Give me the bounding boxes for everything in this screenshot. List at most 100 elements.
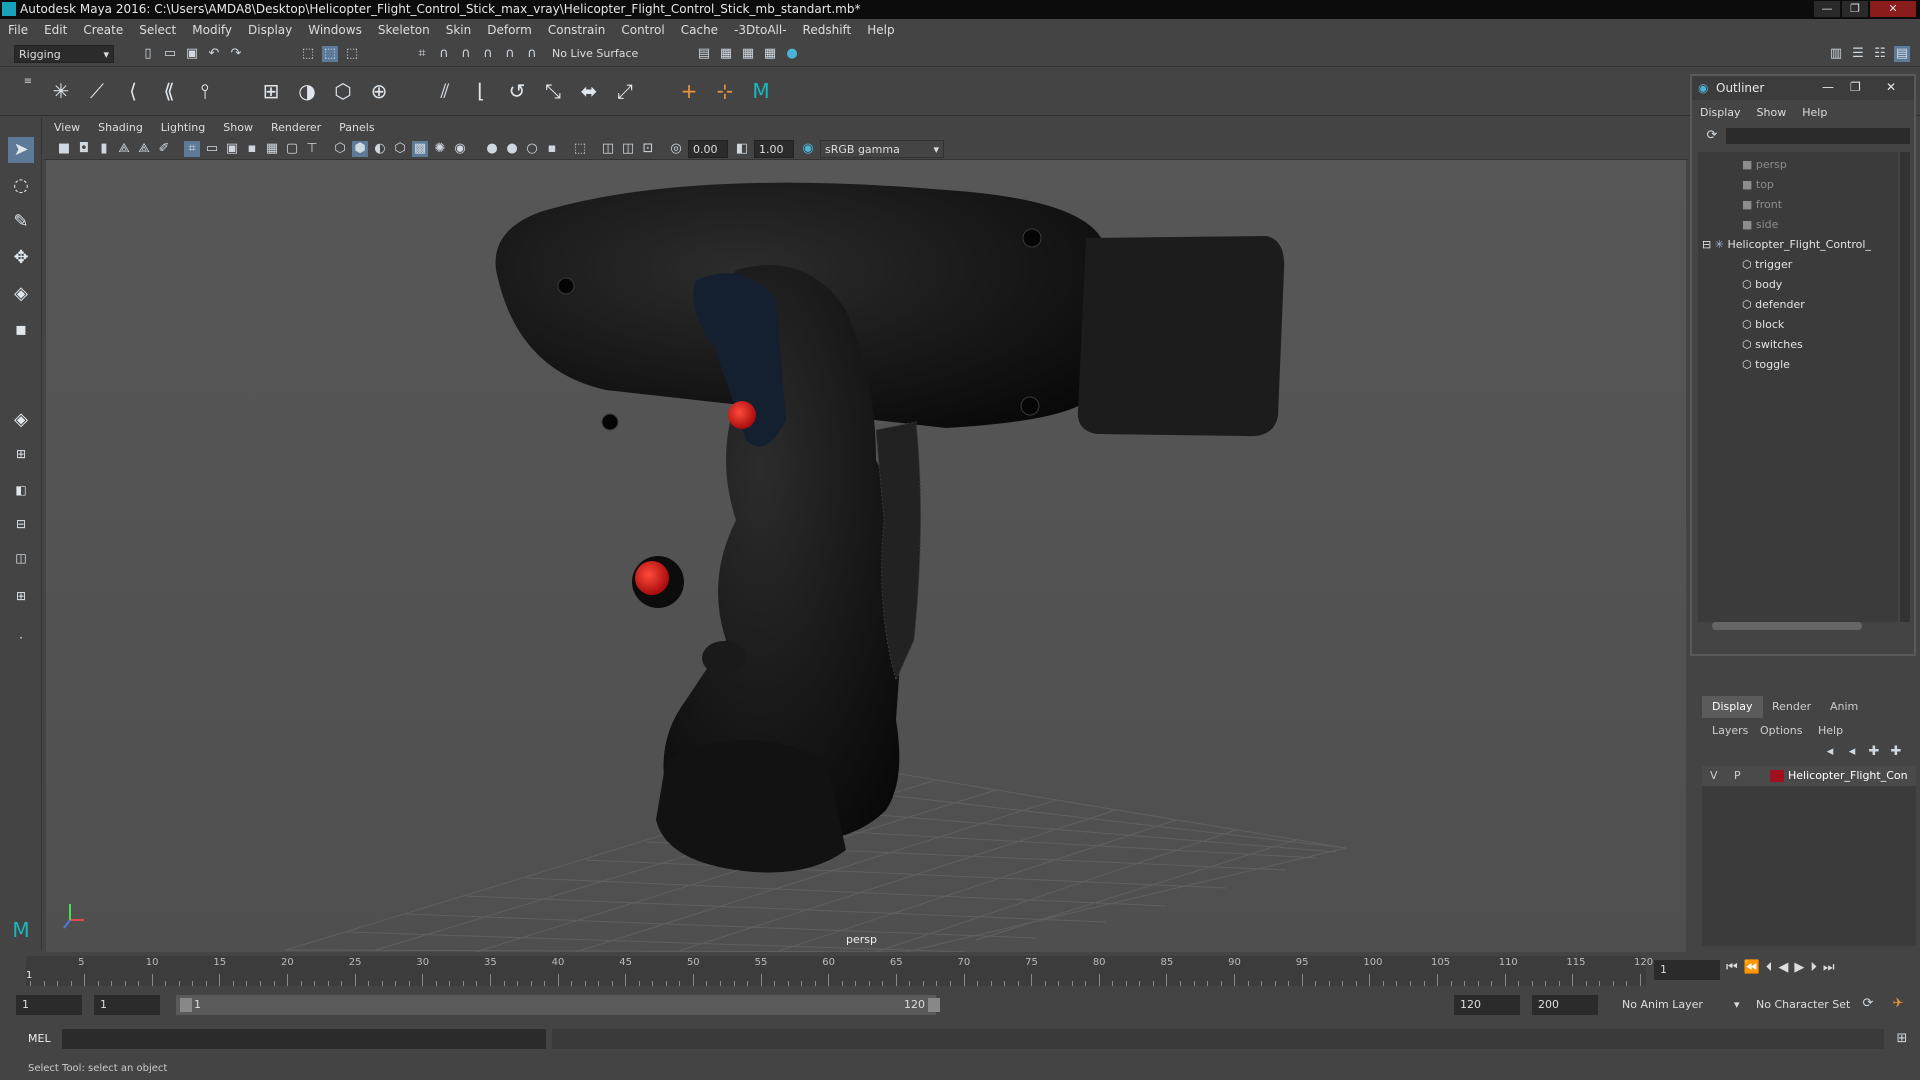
outliner-item-top[interactable]: ■ top	[1742, 176, 1774, 194]
outliner-item-body[interactable]: ⬡ body	[1742, 276, 1782, 294]
menu-redshift[interactable]: Redshift	[795, 19, 860, 37]
ik-spline-icon[interactable]: ⟨	[120, 78, 146, 104]
play-back-icon[interactable]: ◀	[1778, 960, 1794, 975]
anim-layer-dropdown[interactable]: No Anim Layer ▾	[1622, 998, 1740, 1011]
outliner-item-trigger[interactable]: ⬡ trigger	[1742, 256, 1792, 274]
lattice-icon[interactable]: ⬡	[330, 78, 356, 104]
render-current-icon[interactable]: ▦	[718, 46, 734, 62]
outliner-item-root[interactable]: ⊟ ✳ Helicopter_Flight_Control_	[1702, 236, 1871, 254]
layer-visibility-toggle[interactable]: V	[1710, 769, 1718, 782]
command-input[interactable]	[62, 1029, 546, 1049]
scale-constraint-icon[interactable]: ⤡	[540, 78, 566, 104]
exposure-field[interactable]: 0.00	[688, 140, 728, 158]
ipr-render-icon[interactable]: ▦	[740, 46, 756, 62]
step-back-key-icon[interactable]: ⏪	[1744, 960, 1766, 975]
script-editor-icon[interactable]: ⊞	[1894, 1031, 1910, 1047]
outliner-hscrollbar[interactable]	[1712, 622, 1862, 630]
move-layer-up-icon[interactable]: ◂	[1822, 744, 1838, 760]
playback-start-field[interactable]: 1	[94, 995, 160, 1015]
tab-render[interactable]: Render	[1762, 696, 1821, 718]
xray-icon[interactable]: ◫	[600, 141, 616, 157]
locator-joint-icon[interactable]: ⊹	[712, 78, 738, 104]
open-scene-icon[interactable]: ▭	[162, 46, 178, 62]
four-view-layout-icon[interactable]: ⊞	[8, 441, 34, 467]
layer-color-swatch[interactable]	[1770, 770, 1784, 782]
menu-control[interactable]: Control	[613, 19, 672, 37]
character-set-field[interactable]: No Character Set	[1756, 998, 1850, 1011]
new-layer-selected-icon[interactable]: ✚	[1888, 744, 1904, 760]
insert-joint-icon[interactable]: ⟪	[156, 78, 182, 104]
collapse-icon[interactable]: ⊟	[1702, 238, 1715, 251]
menu-constrain[interactable]: Constrain	[540, 19, 614, 37]
anti-aliasing-icon[interactable]: ○	[524, 141, 540, 157]
wireframe-on-shaded-icon[interactable]: ⬡	[392, 141, 408, 157]
menu-3dtoall[interactable]: -3DtoAll-	[726, 19, 794, 37]
select-tool-icon[interactable]: ➤	[8, 137, 34, 163]
move-tool-icon[interactable]: ✥	[8, 245, 34, 271]
grid-icon[interactable]: ⌗	[184, 141, 200, 157]
gamma-icon[interactable]: ◧	[734, 141, 750, 157]
menu-display[interactable]: Display	[240, 19, 300, 37]
tab-anim[interactable]: Anim	[1820, 696, 1868, 718]
outliner-item-block[interactable]: ⬡ block	[1742, 316, 1784, 334]
snap-live-icon[interactable]: ∩	[524, 46, 540, 62]
channel-box-icon[interactable]: ▤	[1894, 46, 1910, 62]
play-forward-icon[interactable]: ▶	[1794, 960, 1810, 975]
default-material-icon[interactable]: ◐	[372, 141, 388, 157]
layer-playback-toggle[interactable]: P	[1734, 769, 1741, 782]
current-frame-field[interactable]: 1	[1654, 960, 1720, 980]
layer-row[interactable]: V P Helicopter_Flight_Con	[1702, 766, 1916, 786]
snap-grid-icon[interactable]: ⌗	[414, 46, 430, 62]
screen-space-ao-icon[interactable]: ●	[484, 141, 500, 157]
rotate-tool-icon[interactable]: ◈	[8, 281, 34, 307]
go-to-end-icon[interactable]: ⏭	[1823, 960, 1841, 975]
auto-key-icon[interactable]: ⟳	[1860, 996, 1876, 1012]
select-component-icon[interactable]: ⬚	[344, 46, 360, 62]
pole-vector-icon[interactable]: ⤢	[612, 78, 638, 104]
persp-outliner-layout-icon[interactable]: ⊟	[8, 511, 34, 537]
menu-skeleton[interactable]: Skeleton	[370, 19, 438, 37]
outliner-restore-icon[interactable]: ❐	[1850, 80, 1861, 94]
maya-m-icon[interactable]: M	[748, 78, 774, 104]
camera-select-icon[interactable]: ■	[56, 141, 72, 157]
tool-settings-icon[interactable]: ☷	[1872, 46, 1888, 62]
shadows-icon[interactable]: ◉	[452, 141, 468, 157]
smooth-bind-icon[interactable]: ⊞	[258, 78, 284, 104]
outliner-item-side[interactable]: ■ side	[1742, 216, 1778, 234]
script-language-toggle[interactable]: MEL	[28, 1032, 51, 1045]
safe-action-icon[interactable]: ▢	[284, 141, 300, 157]
maximize-button[interactable]: ❐	[1842, 1, 1868, 17]
two-pane-layout-icon[interactable]: ◧	[8, 477, 34, 503]
layer-menu-options[interactable]: Options	[1760, 724, 1802, 737]
outliner-minimize-icon[interactable]: —	[1822, 80, 1834, 94]
outliner-menu-show[interactable]: Show	[1749, 106, 1795, 119]
more-layouts-icon[interactable]: ·	[8, 625, 34, 651]
smooth-shade-icon[interactable]: ⬢	[352, 141, 368, 157]
scale-tool-icon[interactable]: ▪	[8, 317, 34, 343]
menu-create[interactable]: Create	[75, 19, 131, 37]
use-all-lights-icon[interactable]: ✺	[432, 141, 448, 157]
outliner-vscrollbar[interactable]	[1900, 152, 1910, 622]
range-slider[interactable]: 1 120	[176, 995, 940, 1015]
menu-skin[interactable]: Skin	[438, 19, 480, 37]
live-surface-field[interactable]: No Live Surface	[548, 45, 648, 63]
isolate-select-icon[interactable]: ⬚	[572, 141, 588, 157]
outliner-item-switches[interactable]: ⬡ switches	[1742, 336, 1803, 354]
move-layer-down-icon[interactable]: ◂	[1844, 744, 1860, 760]
color-management-icon[interactable]: ◉	[800, 141, 816, 157]
mode-dropdown[interactable]: Rigging ▾	[14, 45, 114, 63]
exposure-icon[interactable]: ◎	[668, 141, 684, 157]
vp-menu-panels[interactable]: Panels	[329, 118, 382, 134]
playback-end-field[interactable]: 120	[1454, 995, 1520, 1015]
menu-modify[interactable]: Modify	[184, 19, 240, 37]
color-space-dropdown[interactable]: sRGB gamma ▾	[820, 140, 944, 158]
snap-surface-icon[interactable]: ∩	[502, 46, 518, 62]
cluster-icon[interactable]: ⊕	[366, 78, 392, 104]
joint-tool-icon[interactable]: ✳	[48, 78, 74, 104]
orient-constraint-icon[interactable]: ↺	[504, 78, 530, 104]
menu-deform[interactable]: Deform	[479, 19, 540, 37]
step-forward-frame-icon[interactable]: ⏵	[1810, 960, 1823, 975]
safe-title-icon[interactable]: ⊤	[304, 141, 320, 157]
close-button[interactable]: ✕	[1870, 1, 1916, 17]
new-scene-icon[interactable]: ▯	[140, 46, 156, 62]
